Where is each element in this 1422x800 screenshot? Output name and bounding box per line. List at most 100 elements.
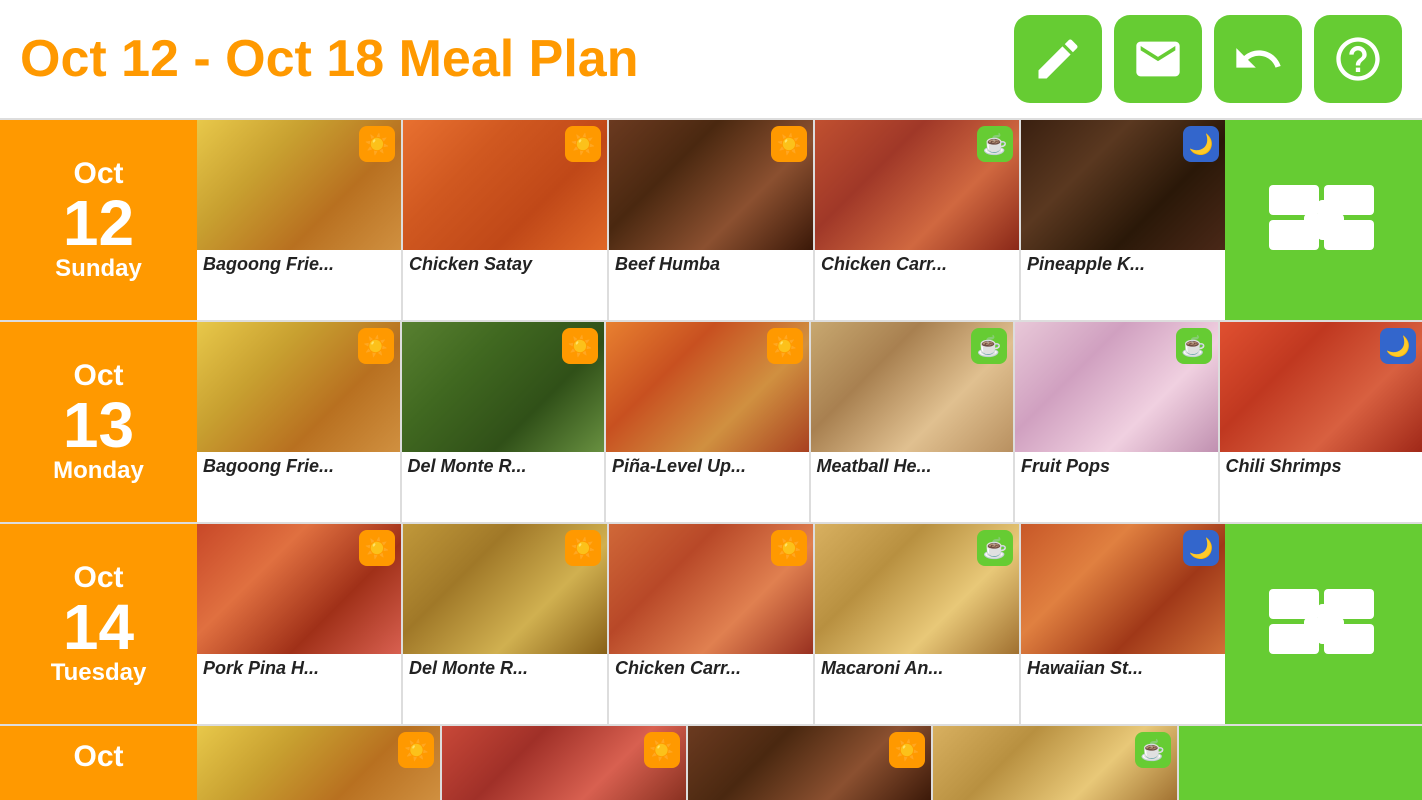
- meal-image: ☀️: [197, 120, 401, 250]
- meal-cell[interactable]: ☀️ Bagoong Frie...: [197, 120, 401, 320]
- mail-button[interactable]: [1114, 15, 1202, 103]
- badge-snack: ☕: [1135, 732, 1171, 768]
- badge-snack: ☕: [977, 126, 1013, 162]
- header-buttons: [1014, 15, 1402, 103]
- meal-cell[interactable]: 🌙 Pineapple K...: [1021, 120, 1225, 320]
- daynum-oct14: 14: [63, 595, 134, 659]
- daynum-oct12: 12: [63, 191, 134, 255]
- meal-cell[interactable]: ☀️ Chicken Satay: [403, 120, 607, 320]
- badge-breakfast: ☀️: [644, 732, 680, 768]
- day-row-oct13: Oct 13 Monday ☀️ Bagoong Frie... ☀️ Del …: [0, 320, 1422, 522]
- day-label-oct12: Oct 12 Sunday: [0, 120, 197, 320]
- badge-breakfast: ☀️: [771, 530, 807, 566]
- meal-plan-grid: Oct 12 Sunday ☀️ Bagoong Frie... ☀️ Chic…: [0, 118, 1422, 800]
- meal-cell[interactable]: 🌙 Hawaiian St...: [1021, 524, 1225, 724]
- badge-breakfast: ☀️: [358, 328, 394, 364]
- meal-name: Chicken Satay: [403, 250, 607, 279]
- meal-image: 🌙: [1220, 322, 1422, 452]
- badge-breakfast: ☀️: [565, 530, 601, 566]
- badge-dinner: 🌙: [1380, 328, 1416, 364]
- badge-snack: ☕: [971, 328, 1007, 364]
- meal-name: Del Monte R...: [403, 654, 607, 683]
- meal-cell[interactable]: ☀️ Piña-Level Up...: [606, 322, 809, 522]
- badge-dinner: 🌙: [1183, 126, 1219, 162]
- undo-icon: [1232, 33, 1284, 85]
- month-oct12: Oct: [73, 157, 123, 191]
- dayname-oct13: Monday: [53, 457, 144, 485]
- badge-snack: ☕: [1176, 328, 1212, 364]
- meal-image: ☀️: [402, 322, 605, 452]
- meal-image: ☀️: [609, 524, 813, 654]
- meal-cell[interactable]: ☀️: [197, 726, 440, 800]
- meal-image: ☕: [933, 726, 1176, 800]
- meal-name: Pork Pina H...: [197, 654, 401, 683]
- edit-button[interactable]: [1014, 15, 1102, 103]
- meal-cell[interactable]: ☕: [933, 726, 1176, 800]
- meal-cell[interactable]: ☕ Macaroni An...: [815, 524, 1019, 724]
- dayname-oct14: Tuesday: [51, 659, 147, 687]
- meal-image: ☀️: [403, 524, 607, 654]
- meal-image: ☕: [815, 524, 1019, 654]
- day-row-oct14: Oct 14 Tuesday ☀️ Pork Pina H... ☀️ Del …: [0, 522, 1422, 724]
- badge-breakfast: ☀️: [359, 530, 395, 566]
- month-partial: Oct: [73, 740, 123, 774]
- day-label-oct13: Oct 13 Monday: [0, 322, 197, 522]
- meal-name: Macaroni An...: [815, 654, 1019, 683]
- meal-image: ☕: [815, 120, 1019, 250]
- meals-oct12: ☀️ Bagoong Frie... ☀️ Chicken Satay ☀️ B…: [197, 120, 1225, 320]
- meal-cell[interactable]: ☕ Fruit Pops: [1015, 322, 1218, 522]
- meal-image: ☀️: [197, 322, 400, 452]
- question-icon: [1332, 33, 1384, 85]
- meal-cell[interactable]: ☀️: [442, 726, 685, 800]
- meal-name: Beef Humba: [609, 250, 813, 279]
- badge-breakfast: ☀️: [398, 732, 434, 768]
- add-meal-button-oct14[interactable]: [1225, 524, 1422, 724]
- help-button[interactable]: [1314, 15, 1402, 103]
- dayname-oct12: Sunday: [55, 255, 142, 283]
- meal-name: Chili Shrimps: [1220, 452, 1422, 481]
- meal-image: ☀️: [609, 120, 813, 250]
- badge-breakfast: ☀️: [771, 126, 807, 162]
- badge-breakfast: ☀️: [889, 732, 925, 768]
- badge-breakfast: ☀️: [562, 328, 598, 364]
- meal-name: Chicken Carr...: [609, 654, 813, 683]
- meals-oct14: ☀️ Pork Pina H... ☀️ Del Monte R... ☀️ C…: [197, 524, 1225, 724]
- meal-image: 🌙: [1021, 524, 1225, 654]
- meal-name: Chicken Carr...: [815, 250, 1019, 279]
- meal-name: Del Monte R...: [402, 452, 605, 481]
- day-row-oct-partial: Oct ☀️ ☀️ ☀️ ☕: [0, 724, 1422, 800]
- meal-cell[interactable]: 🌙 Chili Shrimps: [1220, 322, 1422, 522]
- add-meal-button-oct12[interactable]: [1225, 120, 1422, 320]
- undo-button[interactable]: [1214, 15, 1302, 103]
- mail-icon: [1132, 33, 1184, 85]
- badge-snack: ☕: [977, 530, 1013, 566]
- daynum-oct13: 13: [63, 393, 134, 457]
- meal-image: ☕: [1015, 322, 1218, 452]
- meal-name: Bagoong Frie...: [197, 250, 401, 279]
- meal-cell[interactable]: ☀️ Bagoong Frie...: [197, 322, 400, 522]
- meal-image: ☀️: [442, 726, 685, 800]
- meal-name: Bagoong Frie...: [197, 452, 400, 481]
- pencil-icon: [1032, 33, 1084, 85]
- meal-cell[interactable]: ☀️ Del Monte R...: [403, 524, 607, 724]
- meal-cell-empty: [1179, 726, 1422, 800]
- meal-cell[interactable]: ☀️: [688, 726, 931, 800]
- day-label-oct14: Oct 14 Tuesday: [0, 524, 197, 724]
- meal-cell[interactable]: ☀️ Chicken Carr...: [609, 524, 813, 724]
- badge-dinner: 🌙: [1183, 530, 1219, 566]
- meal-image: ☀️: [606, 322, 809, 452]
- meal-name: Hawaiian St...: [1021, 654, 1225, 683]
- meal-name: Fruit Pops: [1015, 452, 1218, 481]
- meal-cell[interactable]: ☕ Meatball He...: [811, 322, 1014, 522]
- meals-oct-partial: ☀️ ☀️ ☀️ ☕: [197, 726, 1422, 800]
- badge-breakfast: ☀️: [565, 126, 601, 162]
- add-grid-icon: [1264, 180, 1384, 260]
- meal-cell[interactable]: ☕ Chicken Carr...: [815, 120, 1019, 320]
- page-title: Oct 12 - Oct 18 Meal Plan: [20, 29, 638, 89]
- meal-image: ☀️: [197, 726, 440, 800]
- meal-cell[interactable]: ☀️ Del Monte R...: [402, 322, 605, 522]
- badge-breakfast: ☀️: [359, 126, 395, 162]
- meal-cell[interactable]: ☀️ Beef Humba: [609, 120, 813, 320]
- meal-image: ☀️: [197, 524, 401, 654]
- meal-cell[interactable]: ☀️ Pork Pina H...: [197, 524, 401, 724]
